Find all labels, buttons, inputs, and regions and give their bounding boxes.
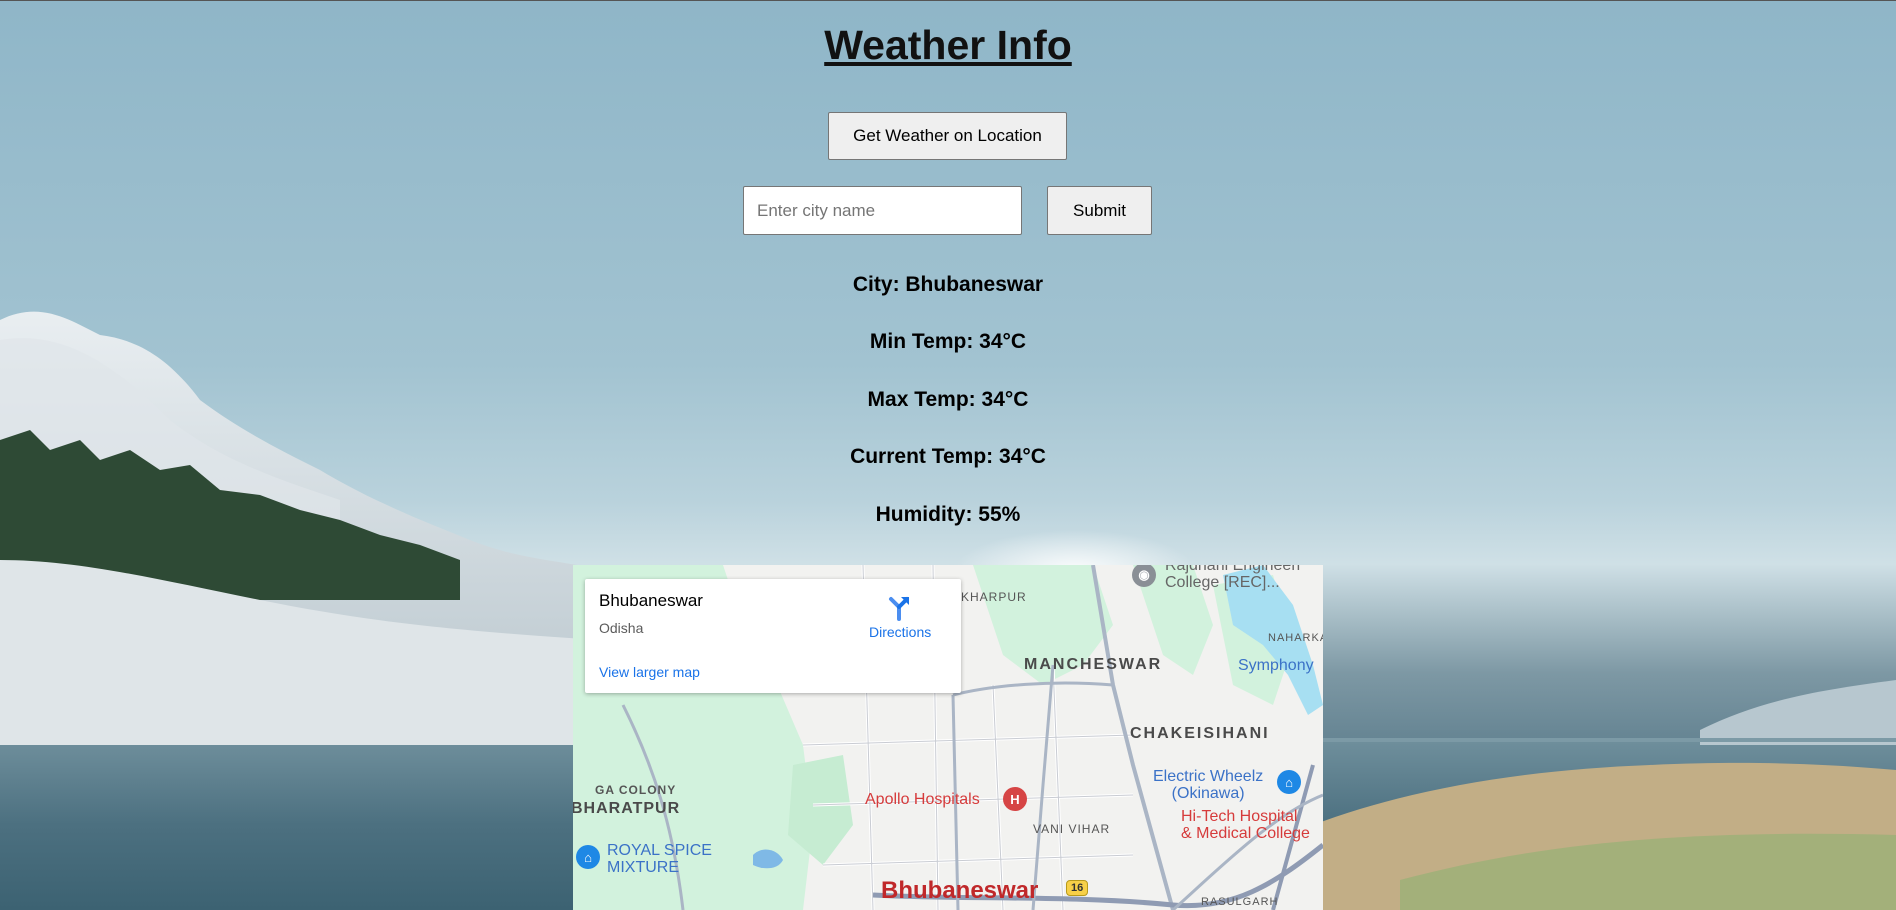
weather-current-temp: Current Temp: 34°C (850, 445, 1046, 468)
page-title: Weather Info (824, 22, 1072, 68)
highway-16-badge: 16 (1066, 880, 1089, 896)
map-place-card: Bhubaneswar Odisha View larger map Direc… (585, 579, 961, 693)
weather-max-temp: Max Temp: 34°C (867, 388, 1029, 411)
map-label-symphony[interactable]: Symphony (1238, 657, 1314, 674)
place-name: Bhubaneswar (599, 591, 703, 610)
city-name-input[interactable] (743, 186, 1022, 235)
map-label-chakeisihani: CHAKEISIHANI (1130, 725, 1270, 742)
map-label-rasulgarh: RASULGARH (1201, 896, 1279, 908)
google-map-embed[interactable]: ◉ Rajdhani Engineeri College [REC]... KH… (573, 565, 1323, 910)
map-label-ga-colony: GA COLONY (595, 783, 677, 797)
map-label-vani-vihar: VANI VIHAR (1033, 822, 1111, 836)
place-region: Odisha (599, 620, 644, 636)
map-label-royal-spice[interactable]: ROYAL SPICE MIXTURE (607, 842, 712, 876)
map-label-kharpur: KHARPUR (961, 590, 1027, 604)
weather-humidity: Humidity: 55% (875, 503, 1021, 526)
view-larger-map-link[interactable]: View larger map (599, 664, 700, 680)
map-label-mancheswar: MANCHESWAR (1024, 656, 1163, 673)
map-label-electric-wheelz[interactable]: Electric Wheelz (Okinawa) (1153, 768, 1263, 802)
directions-link[interactable]: Directions (869, 624, 931, 640)
weather-min-temp: Min Temp: 34°C (869, 330, 1027, 353)
hospital-icon[interactable]: H (1003, 787, 1027, 811)
shop-icon-royal-spice[interactable]: ⌂ (576, 845, 600, 869)
map-label-rajdhani[interactable]: Rajdhani Engineeri College [REC]... (1165, 565, 1300, 591)
map-label-apollo[interactable]: Apollo Hospitals (865, 791, 980, 809)
directions-icon[interactable] (885, 593, 913, 621)
submit-button[interactable]: Submit (1047, 186, 1152, 235)
map-label-bharatpur: BHARATPUR (573, 800, 681, 817)
shop-icon[interactable]: ⌂ (1277, 770, 1301, 794)
map-label-naharka: NAHARKA (1268, 632, 1323, 644)
map-label-hitech[interactable]: Hi-Tech Hospital & Medical College (1181, 808, 1310, 842)
map-label-city[interactable]: Bhubaneswar (881, 877, 1038, 905)
weather-city: City: Bhubaneswar (852, 273, 1044, 296)
get-weather-location-button[interactable]: Get Weather on Location (828, 112, 1067, 160)
